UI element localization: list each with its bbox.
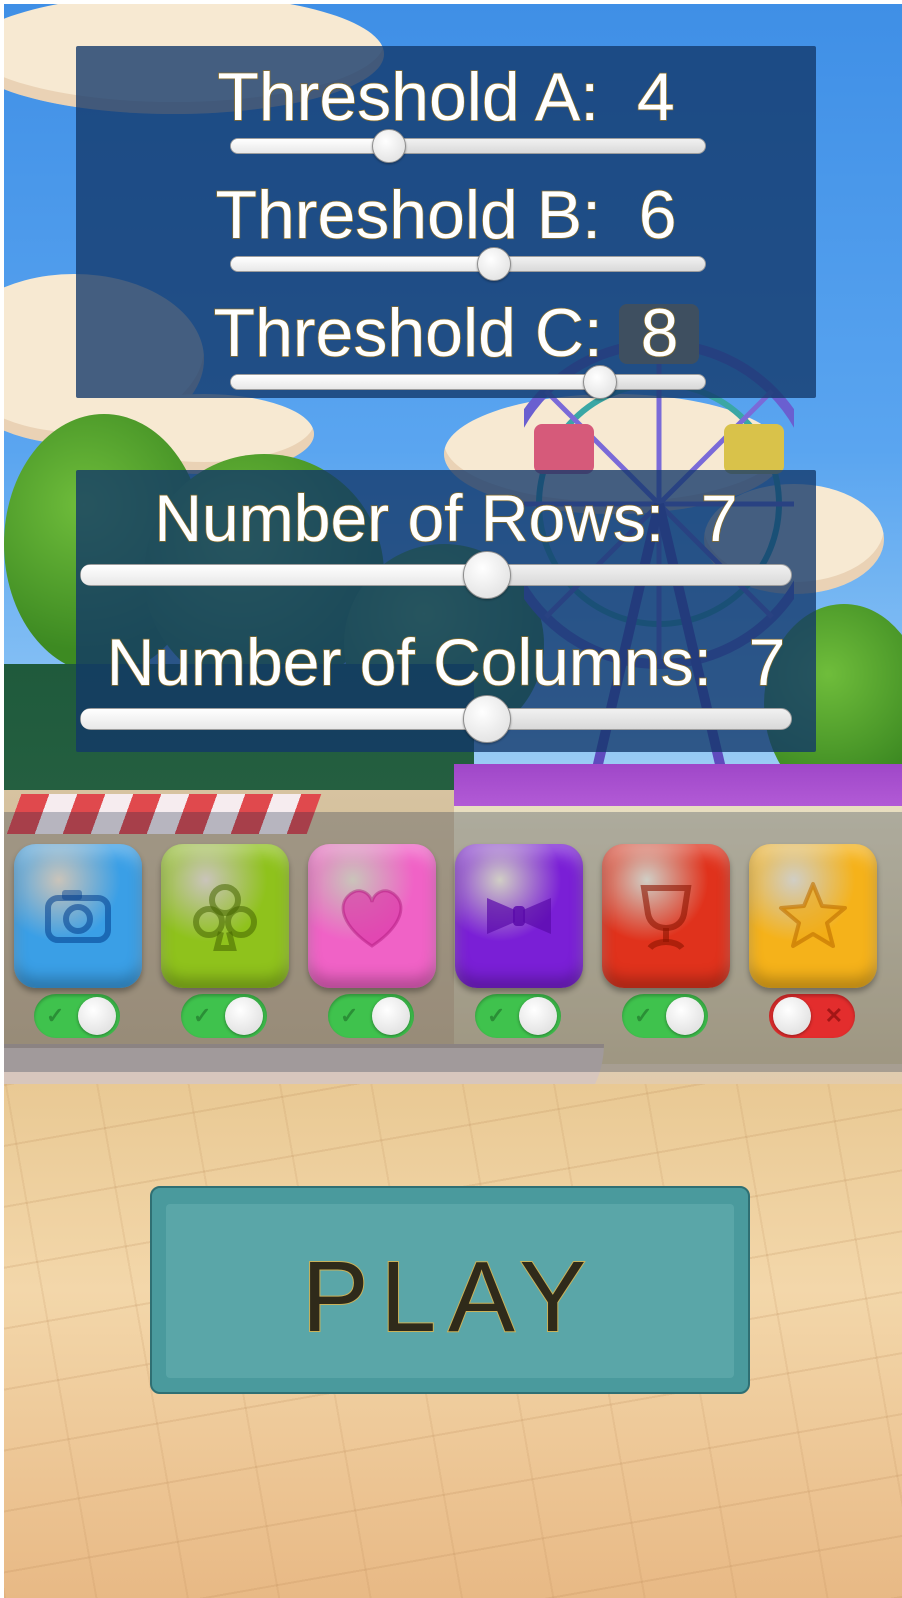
gem-pink-heart <box>308 844 436 988</box>
gem-blue-camera <box>14 844 142 988</box>
slider-fill <box>231 257 495 271</box>
gem-red-cup <box>602 844 730 988</box>
toggle-mark: ✓ <box>340 1003 359 1028</box>
slider-thumb[interactable] <box>582 365 617 399</box>
play-button-label: PLAY <box>301 1240 599 1354</box>
rows-slider[interactable] <box>80 551 792 599</box>
threshold-c-slider[interactable] <box>230 365 706 399</box>
gem-toggle-cup[interactable]: ✓ <box>622 994 708 1038</box>
toggle-knob <box>372 997 410 1035</box>
gem-toggle-camera[interactable]: ✓ <box>34 994 120 1038</box>
star-icon <box>779 882 847 948</box>
camera-icon <box>45 890 111 943</box>
game-screen: Threshold A: 4 Threshold B: 6 Threshold … <box>4 4 902 1598</box>
slider-fill <box>81 709 487 729</box>
gem-toggle-heart[interactable]: ✓ <box>328 994 414 1038</box>
slider-thumb[interactable] <box>371 129 406 163</box>
slider-thumb[interactable] <box>462 551 511 599</box>
play-button[interactable]: PLAY <box>150 1186 750 1394</box>
gem-green-club <box>161 844 289 988</box>
toggle-mark: ✓ <box>634 1003 653 1028</box>
gem-toggle-club[interactable]: ✓ <box>181 994 267 1038</box>
gem-toggle-bow[interactable]: ✓ <box>475 994 561 1038</box>
threshold-a-label: Threshold A: 4 <box>217 58 676 136</box>
heart-icon <box>341 889 403 948</box>
toggle-mark: ✓ <box>487 1003 506 1028</box>
toggle-mark: ✓ <box>193 1003 212 1028</box>
toggle-knob <box>225 997 263 1035</box>
toggle-mark: ✓ <box>46 1003 65 1028</box>
slider-thumb[interactable] <box>462 695 511 743</box>
toggle-mark: ✕ <box>824 1003 843 1028</box>
slider-fill <box>231 139 389 153</box>
club-icon <box>193 884 257 951</box>
rows-label: Number of Rows: 7 <box>154 480 739 556</box>
gem-yellow-star <box>749 844 877 988</box>
columns-slider[interactable] <box>80 695 792 743</box>
threshold-b-slider[interactable] <box>230 247 706 281</box>
slider-fill <box>231 375 600 389</box>
toggle-knob <box>78 997 116 1035</box>
toggle-knob <box>773 997 811 1035</box>
threshold-b-label: Threshold B: 6 <box>215 176 678 254</box>
slider-thumb[interactable] <box>477 247 512 281</box>
threshold-a-slider[interactable] <box>230 129 706 163</box>
columns-label: Number of Columns: 7 <box>106 624 786 700</box>
bow-icon <box>487 898 551 934</box>
gem-toggle-star[interactable]: ✕ <box>769 994 855 1038</box>
threshold-c-label: Threshold C: 8 <box>213 294 679 372</box>
gem-purple-bow <box>455 844 583 988</box>
toggle-knob <box>666 997 704 1035</box>
slider-fill <box>81 565 487 585</box>
toggle-knob <box>519 997 557 1035</box>
cup-icon <box>640 885 692 951</box>
